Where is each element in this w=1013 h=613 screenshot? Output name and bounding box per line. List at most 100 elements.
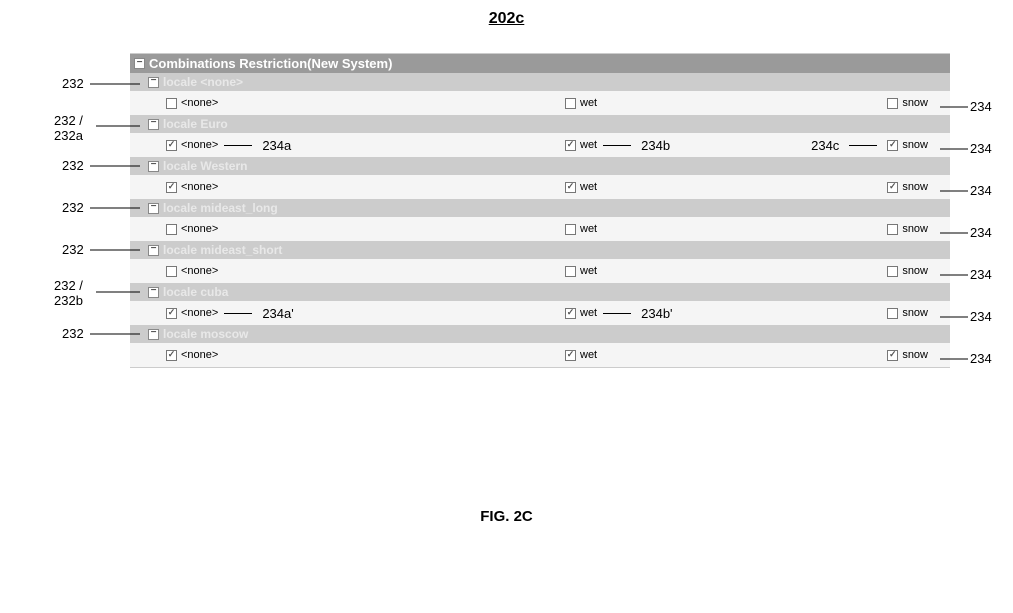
group-header[interactable]: locale mideast_short — [130, 241, 950, 259]
checkbox-snow[interactable] — [887, 98, 898, 109]
callout-234: 234 — [970, 99, 992, 114]
option-label: snow — [902, 97, 928, 109]
checkbox-snow[interactable] — [887, 350, 898, 361]
option-row: <none> wet snow — [130, 259, 950, 283]
group-label: locale mideast_short — [163, 243, 282, 257]
callout-232: 232 — [62, 158, 84, 173]
group-label: locale <none> — [163, 75, 243, 89]
checkbox-none[interactable] — [166, 224, 177, 235]
collapse-icon[interactable] — [148, 119, 159, 130]
callout-234: 234 — [970, 351, 992, 366]
collapse-icon[interactable] — [148, 287, 159, 298]
group-header[interactable]: locale <none> — [130, 73, 950, 91]
group-header[interactable]: locale moscow — [130, 325, 950, 343]
option-label: wet — [580, 265, 597, 277]
callout-232: 232 — [62, 242, 84, 257]
collapse-icon[interactable] — [148, 77, 159, 88]
panel-title: Combinations Restriction(New System) — [149, 56, 392, 71]
checkbox-wet[interactable] — [565, 266, 576, 277]
option-label: <none> — [181, 97, 218, 109]
callout-232-232b: 232 / 232b — [54, 278, 83, 308]
option-row: <none> 234a wet 234b 234c snow — [130, 133, 950, 157]
leader-line — [603, 313, 631, 314]
option-label: <none> — [181, 307, 218, 319]
option-label: snow — [902, 265, 928, 277]
group-header[interactable]: locale cuba — [130, 283, 950, 301]
checkbox-wet[interactable] — [565, 308, 576, 319]
option-row: <none> wet snow — [130, 91, 950, 115]
option-label: snow — [902, 223, 928, 235]
checkbox-none[interactable] — [166, 140, 177, 151]
callout-234a: 234a — [262, 138, 291, 153]
callout-234a-prime: 234a' — [262, 306, 293, 321]
checkbox-none[interactable] — [166, 182, 177, 193]
option-label: wet — [580, 139, 597, 151]
callout-234: 234 — [970, 183, 992, 198]
figure-reference: 202c — [10, 10, 1003, 28]
callout-234: 234 — [970, 309, 992, 324]
option-row: <none> 234a' wet 234b' snow — [130, 301, 950, 325]
checkbox-none[interactable] — [166, 350, 177, 361]
callout-234: 234 — [970, 141, 992, 156]
leader-line — [224, 145, 252, 146]
checkbox-snow[interactable] — [887, 308, 898, 319]
checkbox-wet[interactable] — [565, 182, 576, 193]
leader-line — [603, 145, 631, 146]
checkbox-wet[interactable] — [565, 140, 576, 151]
collapse-icon[interactable] — [148, 161, 159, 172]
group-label: locale cuba — [163, 285, 228, 299]
callout-234b-prime: 234b' — [641, 306, 672, 321]
collapse-icon[interactable] — [148, 203, 159, 214]
collapse-icon[interactable] — [148, 329, 159, 340]
option-label: wet — [580, 349, 597, 361]
checkbox-snow[interactable] — [887, 266, 898, 277]
checkbox-none[interactable] — [166, 98, 177, 109]
callout-232: 232 — [62, 76, 84, 91]
leader-line — [224, 313, 252, 314]
checkbox-snow[interactable] — [887, 224, 898, 235]
group-header[interactable]: locale Western — [130, 157, 950, 175]
restrictions-panel: Combinations Restriction(New System) loc… — [130, 53, 950, 368]
option-label: <none> — [181, 223, 218, 235]
option-row: <none> wet snow — [130, 175, 950, 199]
checkbox-wet[interactable] — [565, 350, 576, 361]
figure-label: FIG. 2C — [10, 508, 1003, 525]
group-header[interactable]: locale mideast_long — [130, 199, 950, 217]
checkbox-wet[interactable] — [565, 224, 576, 235]
callout-232-232a: 232 / 232a — [54, 113, 83, 143]
leader-line — [849, 145, 877, 146]
option-label: wet — [580, 97, 597, 109]
option-label: snow — [902, 139, 928, 151]
callout-234b: 234b — [641, 138, 670, 153]
callout-234c: 234c — [811, 138, 839, 153]
callout-234: 234 — [970, 225, 992, 240]
panel-header: Combinations Restriction(New System) — [130, 54, 950, 73]
group-label: locale Western — [163, 159, 247, 173]
option-row: <none> wet snow — [130, 343, 950, 367]
checkbox-snow[interactable] — [887, 140, 898, 151]
callout-232: 232 — [62, 200, 84, 215]
option-label: wet — [580, 307, 597, 319]
option-row: <none> wet snow — [130, 217, 950, 241]
option-label: <none> — [181, 181, 218, 193]
option-label: wet — [580, 181, 597, 193]
group-label: locale moscow — [163, 327, 248, 341]
checkbox-none[interactable] — [166, 266, 177, 277]
checkbox-none[interactable] — [166, 308, 177, 319]
callout-232: 232 — [62, 326, 84, 341]
collapse-icon[interactable] — [134, 58, 145, 69]
collapse-icon[interactable] — [148, 245, 159, 256]
checkbox-wet[interactable] — [565, 98, 576, 109]
option-label: wet — [580, 223, 597, 235]
option-label: <none> — [181, 139, 218, 151]
option-label: snow — [902, 307, 928, 319]
checkbox-snow[interactable] — [887, 182, 898, 193]
option-label: snow — [902, 349, 928, 361]
option-label: <none> — [181, 349, 218, 361]
group-label: locale mideast_long — [163, 201, 278, 215]
option-label: snow — [902, 181, 928, 193]
figure-stage: Combinations Restriction(New System) loc… — [10, 53, 1003, 473]
group-label: locale Euro — [163, 117, 228, 131]
group-header[interactable]: locale Euro — [130, 115, 950, 133]
option-label: <none> — [181, 265, 218, 277]
